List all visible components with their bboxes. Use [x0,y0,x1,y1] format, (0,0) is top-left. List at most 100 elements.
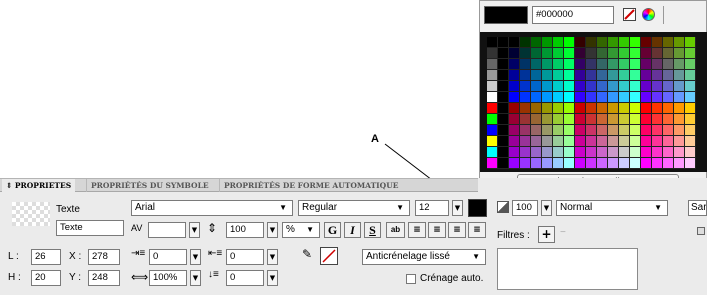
color-swatch[interactable] [498,81,509,92]
color-swatch[interactable] [663,158,674,169]
font-family-dropdown[interactable]: Arial ▼ [131,200,293,216]
color-swatch[interactable] [542,136,553,147]
align-left-icon[interactable]: ≡ [408,222,426,238]
color-swatch[interactable] [509,147,520,158]
color-swatch[interactable] [685,114,696,125]
space-after-dropdown-icon[interactable]: ▼ [267,270,278,286]
remove-filter-icon[interactable]: − [560,227,566,238]
color-swatch[interactable] [542,70,553,81]
color-swatch[interactable] [586,114,597,125]
tab-properties[interactable]: ⇕ PROPRIETES [2,179,76,193]
color-swatch[interactable] [520,92,531,103]
underline-button[interactable]: S [364,222,381,238]
text-color-swatch[interactable] [468,199,487,217]
color-swatch[interactable] [652,59,663,70]
color-swatch[interactable] [641,158,652,169]
color-swatch[interactable] [663,70,674,81]
color-swatch[interactable] [564,136,575,147]
color-swatch[interactable] [685,48,696,59]
align-justify-icon[interactable]: ≡ [468,222,486,238]
color-swatch[interactable] [553,136,564,147]
color-swatch[interactable] [487,59,498,70]
color-swatch[interactable] [630,114,641,125]
color-swatch[interactable] [586,103,597,114]
color-swatch[interactable] [674,37,685,48]
color-swatch[interactable] [531,92,542,103]
color-swatch[interactable] [498,136,509,147]
color-swatch[interactable] [531,114,542,125]
color-swatch[interactable] [531,81,542,92]
leading-unit-dropdown[interactable]: % ▼ [282,222,320,238]
y-input[interactable]: 248 [88,270,120,286]
color-swatch[interactable] [641,114,652,125]
color-swatch[interactable] [509,103,520,114]
color-swatch[interactable] [619,147,630,158]
color-swatch[interactable] [575,136,586,147]
color-swatch[interactable] [553,70,564,81]
color-swatch[interactable] [641,136,652,147]
color-swatch[interactable] [619,158,630,169]
color-swatch[interactable] [685,125,696,136]
color-swatch[interactable] [575,92,586,103]
color-swatch[interactable] [520,37,531,48]
color-swatch[interactable] [498,114,509,125]
color-swatch[interactable] [608,37,619,48]
color-swatch[interactable] [630,158,641,169]
collapse-icon[interactable]: ⇕ [6,181,15,190]
color-swatch[interactable] [685,59,696,70]
color-swatch[interactable] [575,103,586,114]
kerning-dropdown-icon[interactable]: ▼ [189,222,200,238]
opacity-input[interactable]: 100 [512,200,538,216]
color-swatch[interactable] [641,48,652,59]
color-swatch[interactable] [641,103,652,114]
color-swatch[interactable] [685,158,696,169]
color-swatch[interactable] [564,158,575,169]
color-swatch[interactable] [674,125,685,136]
height-input[interactable]: 20 [31,270,61,286]
color-swatch[interactable] [630,37,641,48]
pencil-icon[interactable]: ✎ [302,247,312,261]
color-swatch[interactable] [553,158,564,169]
color-swatch[interactable] [498,103,509,114]
color-swatch[interactable] [509,114,520,125]
tab-autoshape-properties[interactable]: PROPRIÉTÉS DE FORME AUTOMATIQUE [219,179,402,192]
color-swatch[interactable] [608,147,619,158]
color-swatch[interactable] [531,59,542,70]
color-swatch[interactable] [663,147,674,158]
color-swatch[interactable] [487,158,498,169]
first-line-indent-dropdown-icon[interactable]: ▼ [267,249,278,265]
color-swatch[interactable] [564,114,575,125]
italic-button[interactable]: I [344,222,361,238]
color-swatch[interactable] [685,37,696,48]
color-swatch[interactable] [520,147,531,158]
color-swatch[interactable] [597,92,608,103]
color-swatch[interactable] [564,125,575,136]
color-swatch[interactable] [586,136,597,147]
color-swatch[interactable] [542,81,553,92]
width-input[interactable]: 26 [31,249,61,265]
color-swatch[interactable] [498,59,509,70]
color-swatch[interactable] [641,59,652,70]
color-swatch[interactable] [608,136,619,147]
color-swatch[interactable] [542,48,553,59]
color-swatch[interactable] [575,59,586,70]
color-swatch[interactable] [509,37,520,48]
color-swatch[interactable] [498,147,509,158]
color-swatch[interactable] [575,114,586,125]
color-swatch[interactable] [597,37,608,48]
color-swatch[interactable] [542,125,553,136]
color-swatch[interactable] [531,48,542,59]
color-swatch[interactable] [630,59,641,70]
color-swatch[interactable] [674,136,685,147]
color-swatch[interactable] [597,103,608,114]
color-swatch[interactable] [630,81,641,92]
color-swatch[interactable] [553,37,564,48]
color-swatch[interactable] [575,125,586,136]
blend-mode-dropdown[interactable]: Normal ▼ [556,200,668,216]
color-swatch[interactable] [652,114,663,125]
color-swatch[interactable] [619,81,630,92]
color-swatch[interactable] [608,81,619,92]
color-swatch[interactable] [652,37,663,48]
color-swatch[interactable] [619,114,630,125]
color-swatch[interactable] [542,37,553,48]
